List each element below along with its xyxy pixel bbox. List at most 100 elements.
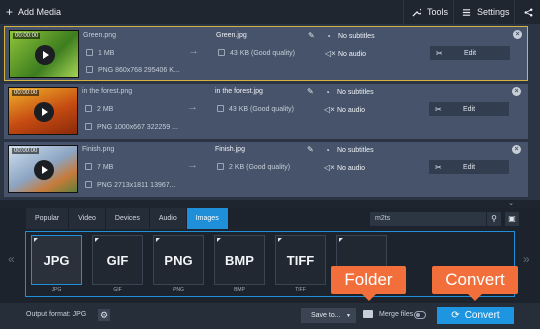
close-icon[interactable]: × xyxy=(512,87,521,96)
corner-badge xyxy=(339,238,343,242)
tab-audio[interactable]: Audio xyxy=(149,208,187,229)
file-info-icon xyxy=(85,181,92,188)
tab-popular[interactable]: Popular xyxy=(26,208,70,229)
edit-label: Edit xyxy=(462,163,476,171)
audio-value[interactable]: No audio xyxy=(338,51,366,58)
edit-button[interactable]: ✂ Edit xyxy=(430,46,510,60)
output-file-size: 43 KB (Good quality) xyxy=(229,106,294,113)
output-size-icon xyxy=(217,163,224,170)
subtitles-value[interactable]: No subtitles xyxy=(337,89,374,96)
subtitles-value[interactable]: No subtitles xyxy=(337,147,374,154)
edit-button[interactable]: ✂ Edit xyxy=(429,102,509,116)
file-thumbnail[interactable]: 00:00:00 xyxy=(9,30,79,78)
close-icon[interactable]: × xyxy=(513,30,522,39)
format-caption: GIF xyxy=(113,287,122,293)
output-size-icon xyxy=(218,49,225,56)
chevron-down-icon: ▼ xyxy=(346,312,351,319)
speaker-mute-icon[interactable]: ◁× xyxy=(325,49,336,58)
pencil-icon[interactable]: ✎ xyxy=(307,145,314,154)
convert-label: Convert xyxy=(464,310,500,321)
bottom-bar: Output format: JPG ⚙ Save to... ▼ Merge … xyxy=(0,303,540,329)
file-row[interactable]: 00:00:00 Green.png 1 MB PNG 860x768 2954… xyxy=(4,26,528,81)
output-format-label: Output format: JPG xyxy=(26,311,87,318)
corner-badge xyxy=(95,238,99,242)
save-to-dropdown[interactable]: Save to... ▼ xyxy=(301,308,356,323)
scissors-icon: ✂ xyxy=(436,48,443,58)
audio-value[interactable]: No audio xyxy=(337,165,365,172)
panel-splitter[interactable]: ⌄ xyxy=(0,200,540,208)
scroll-right-icon[interactable]: » xyxy=(523,252,530,266)
speaker-mute-icon[interactable]: ◁× xyxy=(324,163,335,172)
pencil-icon[interactable]: ✎ xyxy=(307,87,314,96)
scissors-icon: ✂ xyxy=(435,162,442,172)
tiff-format-icon: TIFF xyxy=(275,235,326,285)
tools-button[interactable]: Tools xyxy=(403,0,456,24)
share-button[interactable] xyxy=(514,0,540,24)
device-detect-icon[interactable]: ▣ xyxy=(505,212,519,226)
file-row[interactable]: 00:00:00 Finish.png 7 MB PNG 2713x1811 1… xyxy=(4,142,528,197)
source-file-info: PNG 860x768 295406 K... xyxy=(98,67,180,74)
convert-icon: ⟳ xyxy=(451,310,460,321)
tab-video[interactable]: Video xyxy=(69,208,106,229)
speaker-mute-icon[interactable]: ◁× xyxy=(324,105,335,114)
file-thumbnail[interactable]: 00:00:00 xyxy=(8,87,78,135)
search-icon[interactable]: ⚲ xyxy=(487,212,501,226)
source-file-size: 7 MB xyxy=(97,164,114,171)
close-icon[interactable]: × xyxy=(512,145,521,154)
png-format-icon: PNG xyxy=(153,235,204,285)
play-icon[interactable] xyxy=(35,45,55,65)
file-size-icon xyxy=(85,163,92,170)
format-tile-jpg[interactable]: JPG JPG xyxy=(31,235,82,293)
gear-icon[interactable]: ⚙ xyxy=(98,309,110,321)
tab-images[interactable]: Images xyxy=(186,208,229,229)
output-file-size: 2 KB (Good quality) xyxy=(229,164,291,171)
file-info-icon xyxy=(86,66,93,73)
convert-callout: Convert xyxy=(432,266,518,301)
plus-icon: + xyxy=(6,5,14,19)
format-caption: BMP xyxy=(234,287,245,293)
top-toolbar: + Add Media Tools Settings xyxy=(0,0,540,24)
subtitles-icon[interactable]: ◔ xyxy=(326,32,331,41)
source-file-size: 1 MB xyxy=(98,50,115,57)
folder-icon[interactable] xyxy=(363,310,373,318)
subtitles-icon[interactable]: ◔ xyxy=(325,146,330,155)
tab-devices[interactable]: Devices xyxy=(105,208,150,229)
format-caption: PNG xyxy=(173,287,184,293)
convert-button[interactable]: ⟳ Convert xyxy=(437,307,514,324)
format-tile-gif[interactable]: GIF GIF xyxy=(92,235,143,293)
file-size-icon xyxy=(85,105,92,112)
format-caption: JPG xyxy=(51,287,62,293)
play-icon[interactable] xyxy=(34,160,54,180)
menu-icon xyxy=(462,8,471,16)
tools-icon xyxy=(412,8,421,17)
pencil-icon[interactable]: ✎ xyxy=(308,31,315,40)
play-icon[interactable] xyxy=(34,102,54,122)
audio-value[interactable]: No audio xyxy=(337,107,365,114)
edit-label: Edit xyxy=(462,105,476,113)
save-to-label: Save to... xyxy=(311,312,341,319)
subtitles-icon[interactable]: ◔ xyxy=(325,88,330,97)
arrow-right-icon: → xyxy=(187,159,198,171)
scroll-left-icon[interactable]: « xyxy=(8,252,15,266)
chevron-down-icon[interactable]: ⌄ xyxy=(506,200,516,208)
file-thumbnail[interactable]: 00:00:00 xyxy=(8,145,78,193)
format-tile-bmp[interactable]: BMP BMP xyxy=(214,235,265,293)
jpg-format-icon: JPG xyxy=(31,235,82,285)
edit-button[interactable]: ✂ Edit xyxy=(429,160,509,174)
subtitles-value[interactable]: No subtitles xyxy=(338,33,375,40)
format-tile-tiff[interactable]: TIFF TIFF xyxy=(275,235,326,293)
format-tabs: Popular Video Devices Audio Images xyxy=(26,208,229,229)
settings-button[interactable]: Settings xyxy=(453,0,518,24)
format-tile-png[interactable]: PNG PNG xyxy=(153,235,204,293)
merge-files-toggle[interactable] xyxy=(414,311,426,319)
file-row[interactable]: 00:00:00 in the forest.png 2 MB PNG 1000… xyxy=(4,84,528,139)
source-file-info: PNG 1000x667 322259 ... xyxy=(97,124,178,131)
scissors-icon: ✂ xyxy=(435,104,442,114)
source-file-info: PNG 2713x1811 13967... xyxy=(97,182,176,189)
folder-callout: Folder xyxy=(331,266,406,301)
corner-badge xyxy=(156,238,160,242)
share-icon xyxy=(524,8,533,16)
add-media-button[interactable]: + Add Media xyxy=(0,0,61,24)
edit-label: Edit xyxy=(463,49,477,57)
format-search-input[interactable]: m2ts xyxy=(370,212,486,226)
